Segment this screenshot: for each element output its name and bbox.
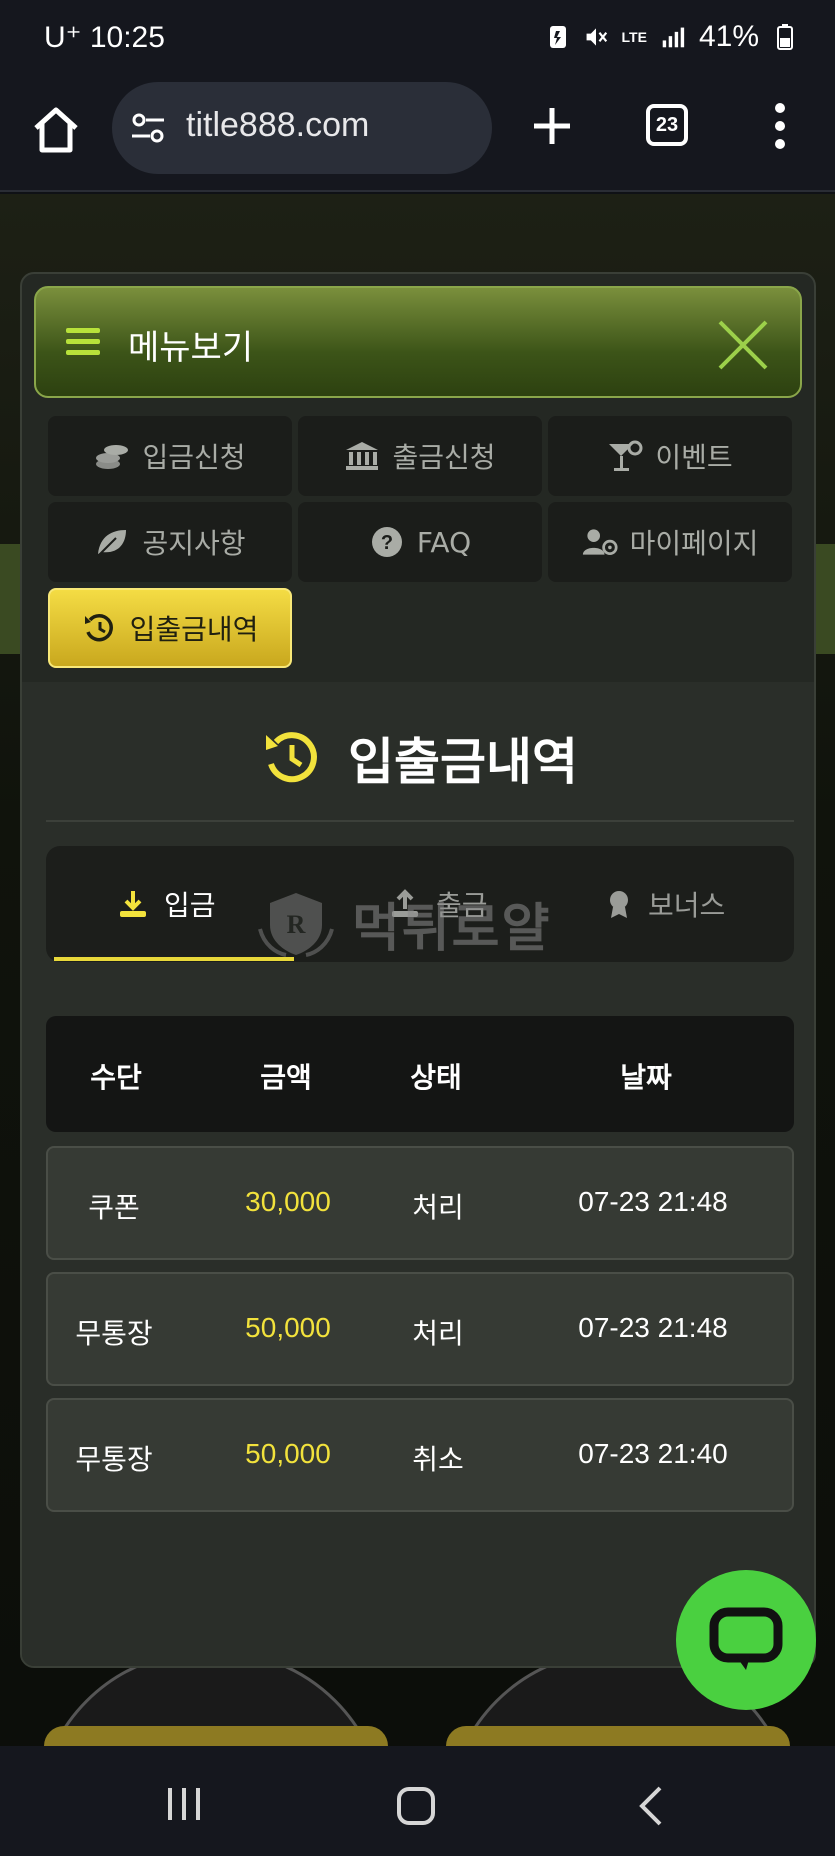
system-navigation-bar xyxy=(0,1746,835,1856)
signal-icon xyxy=(662,27,685,48)
watermark-text: 먹튀로얄 xyxy=(352,899,552,959)
table-cell-status: 처리 xyxy=(412,1191,464,1224)
status-bar: U⁺ 10:25 LTE 41% xyxy=(0,0,835,78)
tab-label: 보너스 xyxy=(648,889,726,922)
menu-label: 입금신청 xyxy=(142,441,246,474)
background-button xyxy=(446,1726,790,1746)
battery-percent: 41% xyxy=(698,20,759,53)
svg-text:R: R xyxy=(287,910,306,939)
table-cell-amount: 50,000 xyxy=(245,1312,331,1343)
table-cell-status: 처리 xyxy=(412,1317,464,1350)
carrier-label: U⁺ xyxy=(44,21,82,54)
section-title: 입출금내역 xyxy=(348,733,578,791)
back-icon[interactable] xyxy=(636,1786,666,1826)
modal-title: 메뉴보기 xyxy=(128,328,254,368)
menu-label: 이벤트 xyxy=(655,441,733,474)
background-button xyxy=(44,1726,388,1746)
site-settings-icon[interactable] xyxy=(130,112,166,144)
table-cell-date: 07-23 21:48 xyxy=(578,1312,728,1343)
menu-faq[interactable]: ? FAQ xyxy=(298,502,542,582)
menu-notice[interactable]: 공지사항 xyxy=(48,502,292,582)
column-header: 수단 xyxy=(90,1061,142,1094)
transaction-history-section: 입출금내역 입금 출금 보너스 R 먹튀로얄 수단 금액 상태 날짜 쿠폰 30… xyxy=(22,682,814,1666)
history-icon xyxy=(84,613,113,642)
home-icon[interactable] xyxy=(30,104,82,156)
chat-bubble-icon xyxy=(709,1607,783,1670)
table-cell-date: 07-23 21:40 xyxy=(578,1438,728,1469)
user-gear-icon xyxy=(582,529,618,556)
menu-label: 마이페이지 xyxy=(629,527,759,560)
table-row: 무통장 50,000 취소 07-23 21:40 xyxy=(46,1398,794,1512)
menu-deposit-request[interactable]: 입금신청 xyxy=(48,416,292,496)
menu-label: 공지사항 xyxy=(142,527,246,560)
url-text[interactable]: title888.com xyxy=(186,106,369,145)
menu-withdraw-request[interactable]: 출금신청 xyxy=(298,416,542,496)
table-cell-method: 쿠폰 xyxy=(88,1191,140,1224)
menu-label: 출금신청 xyxy=(392,441,496,474)
table-row: 쿠폰 30,000 처리 07-23 21:48 xyxy=(46,1146,794,1260)
question-icon: ? xyxy=(371,527,402,557)
modal-header: 메뉴보기 xyxy=(34,286,802,398)
table-cell-method: 무통장 xyxy=(75,1317,153,1350)
menu-transaction-history[interactable]: 입출금내역 xyxy=(48,588,292,668)
mute-icon xyxy=(586,28,607,46)
table-cell-date: 07-23 21:48 xyxy=(578,1186,728,1217)
leaf-icon xyxy=(97,530,127,557)
table-cell-status: 취소 xyxy=(412,1443,464,1476)
table-cell-amount: 30,000 xyxy=(245,1186,331,1217)
coins-icon xyxy=(96,445,129,469)
menu-mypage[interactable]: 마이페이지 xyxy=(548,502,792,582)
download-icon xyxy=(120,891,146,917)
column-header: 금액 xyxy=(260,1061,312,1094)
table-cell-method: 무통장 xyxy=(75,1443,153,1476)
recent-apps-icon[interactable] xyxy=(164,1786,204,1822)
tab-label: 입금 xyxy=(164,889,216,922)
menu-event[interactable]: 이벤트 xyxy=(548,416,792,496)
menu-label: 입출금내역 xyxy=(129,613,259,646)
column-header: 날짜 xyxy=(620,1061,672,1094)
status-left: U⁺ 10:25 xyxy=(44,20,165,55)
more-options-icon[interactable] xyxy=(772,102,788,150)
menu-modal: 메뉴보기 입금신청 출금신청 이벤트 공지사항 ? FAQ 마이페이지 입출금내… xyxy=(20,272,816,1668)
tab-bonus[interactable]: 보너스 xyxy=(606,874,725,934)
home-nav-icon[interactable] xyxy=(396,1786,436,1826)
svg-text:?: ? xyxy=(381,532,393,554)
new-tab-icon[interactable] xyxy=(530,104,574,148)
divider xyxy=(46,820,794,822)
history-icon xyxy=(266,732,317,783)
history-tabs: 입금 출금 보너스 R 먹튀로얄 xyxy=(46,846,794,962)
tab-deposit[interactable]: 입금 xyxy=(118,874,216,934)
battery-saver-icon xyxy=(549,26,566,48)
menu-label: FAQ xyxy=(416,525,472,559)
tab-switcher-button[interactable]: 23 xyxy=(646,104,688,146)
column-header: 상태 xyxy=(410,1061,462,1094)
watermark: R 먹튀로얄 xyxy=(256,886,551,961)
bank-icon xyxy=(346,442,379,470)
section-header: 입출금내역 xyxy=(22,718,814,798)
close-icon[interactable] xyxy=(716,318,770,372)
network-label: LTE xyxy=(621,29,647,45)
award-icon xyxy=(610,891,628,918)
battery-icon xyxy=(777,24,793,50)
table-cell-amount: 50,000 xyxy=(245,1438,331,1469)
watermark-shield-icon: R xyxy=(258,892,334,957)
table-row: 무통장 50,000 처리 07-23 21:48 xyxy=(46,1272,794,1386)
cocktail-icon xyxy=(609,440,643,471)
chat-button[interactable] xyxy=(676,1570,816,1710)
table-header: 수단 금액 상태 날짜 xyxy=(46,1016,794,1132)
clock: 10:25 xyxy=(89,21,165,54)
browser-toolbar: title888.com 23 xyxy=(0,78,835,192)
hamburger-icon xyxy=(66,328,100,356)
address-bar[interactable]: title888.com xyxy=(112,82,492,174)
status-right: LTE 41% xyxy=(546,20,797,54)
